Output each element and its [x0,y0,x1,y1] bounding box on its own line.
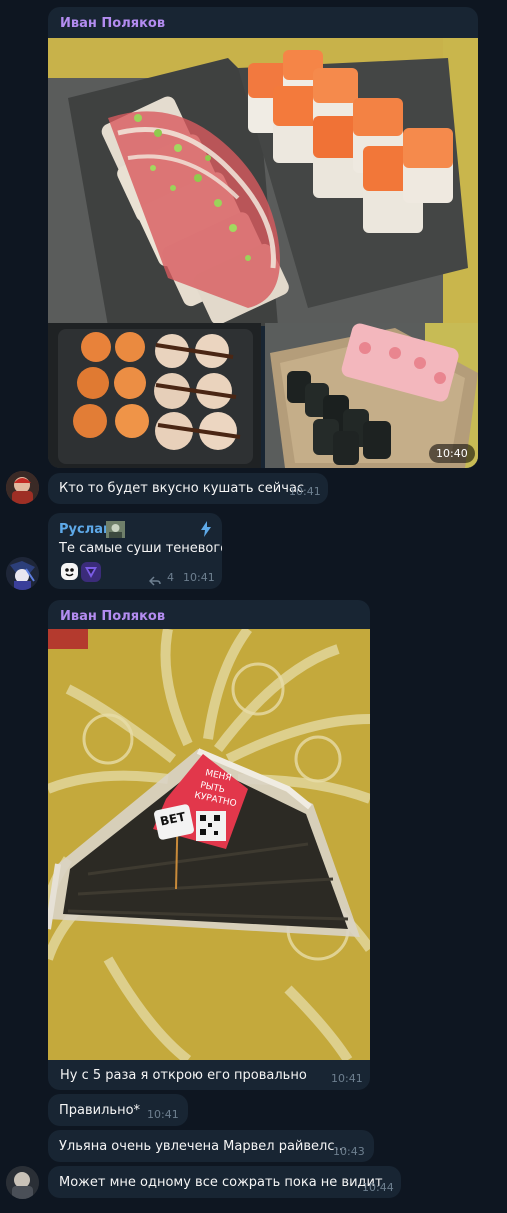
message-time: 10:44 [362,1181,394,1194]
message-text: Кто то будет вкусно кушать сейчас [59,481,305,496]
sender-name[interactable]: Иван Поляков [60,16,165,31]
message-text: Правильно* [59,1103,141,1118]
sushi-rolls-photo[interactable] [48,38,478,326]
message-bubble[interactable]: Правильно* 10:41 [48,1094,188,1126]
message-bubble-ruslan[interactable]: Руслан Те самые суши теневого 4 10:41 [48,513,222,589]
reaction-triangle-icon[interactable] [81,562,101,582]
message-text: Может мне одному все сожрать пока не вид… [59,1175,383,1190]
sender-name[interactable]: Руслан [59,522,112,537]
boost-bolt-icon [200,521,212,537]
fried-rolls-photo[interactable] [48,323,261,468]
message-bubble-album[interactable]: Иван Поляков 10:40 [48,7,478,468]
message-time: 10:41 [183,571,215,584]
message-time: 10:41 [147,1108,179,1121]
message-time: 10:41 [331,1072,363,1085]
reply-arrow-icon[interactable] [148,571,161,586]
avatar-ivan[interactable] [6,1166,39,1199]
message-bubble-photo[interactable]: Иван Поляков ВЕТ МЕНЯ РЫТЬ КУРАТНО Ну с … [48,600,370,1090]
avatar-ivan[interactable] [6,471,39,504]
message-text: Ульяна очень увлечена Марвел райвелс… [59,1139,348,1154]
message-time: 10:43 [333,1145,365,1158]
album-timestamp: 10:40 [429,444,475,463]
message-bubble[interactable]: Ульяна очень увлечена Марвел райвелс… 10… [48,1130,374,1162]
photo-caption: Ну с 5 раза я открою его провально [60,1068,307,1083]
sender-badge-icon [106,521,125,538]
message-bubble[interactable]: Может мне одному все сожрать пока не вид… [48,1166,401,1198]
message-text: Те самые суши теневого [59,541,222,556]
message-time: 10:41 [289,485,321,498]
message-bubble[interactable]: Кто то будет вкусно кушать сейчас 10:41 [48,473,328,504]
reaction-ghost-icon[interactable] [60,562,79,581]
reply-count[interactable]: 4 [167,571,174,584]
onigiri-photo[interactable]: ВЕТ МЕНЯ РЫТЬ КУРАТНО [48,629,370,1060]
avatar-ruslan[interactable] [6,557,39,590]
sender-name[interactable]: Иван Поляков [60,609,165,624]
